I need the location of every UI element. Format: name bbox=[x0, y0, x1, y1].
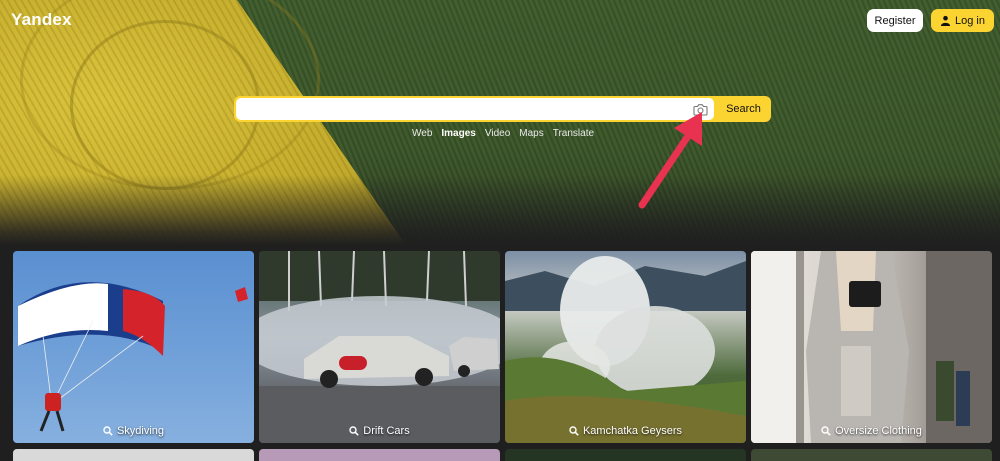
search-icon bbox=[103, 426, 113, 436]
card-caption: Oversize Clothing bbox=[751, 425, 992, 437]
card-caption-text: Skydiving bbox=[116, 425, 165, 437]
geysers-illustration bbox=[505, 256, 746, 443]
image-card-partial[interactable] bbox=[259, 449, 500, 461]
card-caption-text: Kamchatka Geysers bbox=[582, 425, 683, 437]
card-caption: Kamchatka Geysers bbox=[505, 425, 746, 437]
card-caption: Drift Cars bbox=[259, 425, 500, 437]
card-caption: Skydiving bbox=[13, 425, 254, 437]
search-type-nav: Web Images Video Maps Translate bbox=[412, 128, 594, 139]
annotation-arrow-icon bbox=[638, 112, 702, 209]
image-card-skydiving[interactable]: Skydiving bbox=[13, 251, 254, 443]
search-icon bbox=[821, 426, 831, 436]
image-card-partial[interactable] bbox=[751, 449, 992, 461]
nav-item-video[interactable]: Video bbox=[485, 128, 510, 139]
image-card-partial[interactable] bbox=[505, 449, 746, 461]
card-caption-text: Drift Cars bbox=[363, 425, 410, 437]
hero-fade bbox=[0, 175, 1000, 245]
drift-cars-illustration bbox=[259, 251, 500, 443]
register-label: Register bbox=[874, 14, 916, 27]
image-card-kamchatka-geysers[interactable]: Kamchatka Geysers bbox=[505, 251, 746, 443]
search-icon bbox=[569, 426, 579, 436]
nav-item-images[interactable]: Images bbox=[441, 128, 475, 139]
search-icon bbox=[349, 426, 359, 436]
login-button[interactable]: Log in bbox=[931, 9, 994, 32]
login-label: Log in bbox=[955, 14, 985, 27]
nav-item-web[interactable]: Web bbox=[412, 128, 432, 139]
nav-item-maps[interactable]: Maps bbox=[519, 128, 543, 139]
nav-item-translate[interactable]: Translate bbox=[553, 128, 594, 139]
clothing-illustration bbox=[751, 251, 992, 443]
image-card-partial[interactable] bbox=[13, 449, 254, 461]
user-icon bbox=[940, 15, 951, 26]
hero-background bbox=[0, 0, 1000, 245]
register-button[interactable]: Register bbox=[867, 9, 923, 32]
image-card-drift-cars[interactable]: Drift Cars bbox=[259, 251, 500, 443]
yandex-logo[interactable]: Yandex bbox=[11, 10, 72, 30]
card-caption-text: Oversize Clothing bbox=[835, 425, 922, 437]
parachute-illustration bbox=[18, 282, 248, 432]
image-card-oversize-clothing[interactable]: Oversize Clothing bbox=[751, 251, 992, 443]
search-button[interactable]: Search bbox=[716, 96, 771, 122]
